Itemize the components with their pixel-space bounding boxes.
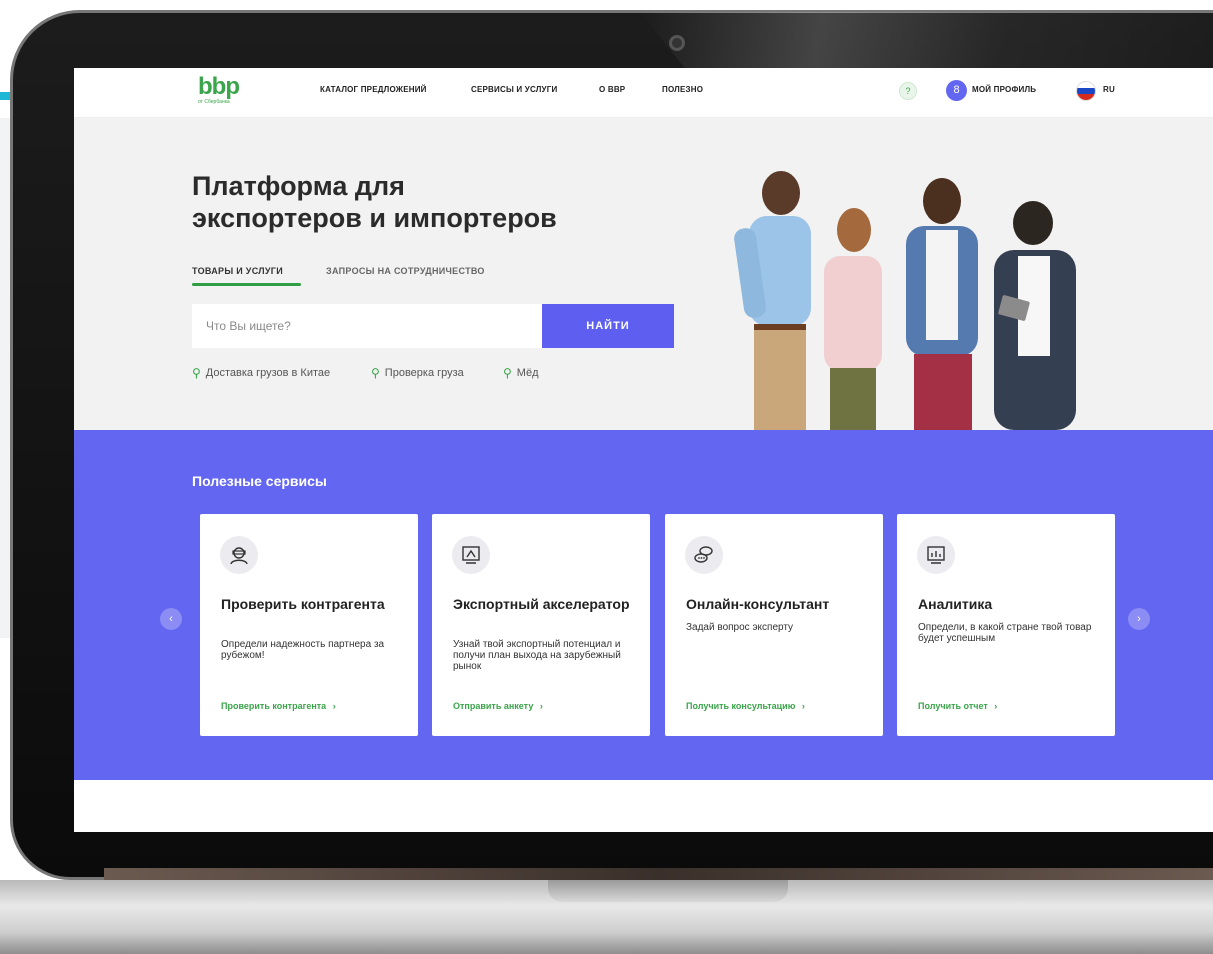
analytics-icon xyxy=(917,536,955,574)
search-icon: ⚲ xyxy=(192,366,201,380)
card-title: Проверить контрагента xyxy=(221,596,385,612)
card-title: Аналитика xyxy=(918,596,993,612)
card-link-get-report[interactable]: Получить отчет › xyxy=(918,701,997,711)
card-link-label: Проверить контрагента xyxy=(221,701,327,711)
card-description: Определи, в какой стране твой товар буде… xyxy=(918,622,1092,644)
profile-link[interactable]: МОЙ ПРОФИЛЬ xyxy=(972,85,1036,94)
active-tab-indicator xyxy=(192,283,301,286)
card-title: Онлайн-консультант xyxy=(686,596,830,612)
card-description: Определи надежность партнера за рубежом! xyxy=(221,639,385,661)
nav-catalog[interactable]: КАТАЛОГ ПРЕДЛОЖЕНИЙ xyxy=(320,85,427,94)
chevron-right-icon: › xyxy=(994,701,998,711)
logo[interactable]: bbp от Сбербанка xyxy=(198,73,240,106)
card-link-check-partner[interactable]: Проверить контрагента › xyxy=(221,701,336,711)
suggestion-honey[interactable]: ⚲ Мёд xyxy=(503,366,539,380)
search-input[interactable] xyxy=(192,304,542,348)
carousel-prev-button[interactable]: ‹ xyxy=(160,608,182,630)
hero-section: Платформа для экспортеров и импортеров Т… xyxy=(74,118,1213,430)
search-icon: ⚲ xyxy=(503,366,512,380)
chevron-right-icon: › xyxy=(539,701,543,711)
title-line-2: экспортеров и импортеров xyxy=(192,203,557,233)
card-link-label: Получить отчет xyxy=(918,701,988,711)
nav-services[interactable]: СЕРВИСЫ И УСЛУГИ xyxy=(471,85,557,94)
presentation-icon xyxy=(452,536,490,574)
service-card-online-consultant[interactable]: Онлайн-консультант Задай вопрос эксперту… xyxy=(665,514,883,736)
suggestion-inspection[interactable]: ⚲ Проверка груза xyxy=(371,366,464,380)
search-icon: ⚲ xyxy=(371,366,380,380)
russia-flag-icon[interactable] xyxy=(1076,81,1096,101)
card-description: Задай вопрос эксперту xyxy=(686,622,794,633)
chat-icon xyxy=(685,536,723,574)
card-title: Экспортный акселератор xyxy=(453,596,630,612)
service-card-analytics[interactable]: Аналитика Определи, в какой стране твой … xyxy=(897,514,1115,736)
suggestion-label: Доставка грузов в Китае xyxy=(205,367,331,379)
services-section: Полезные сервисы ‹ › Проверить контраген… xyxy=(74,430,1213,780)
suggestion-label: Проверка груза xyxy=(384,367,464,379)
service-card-export-accelerator[interactable]: Экспортный акселератор Узнай твой экспор… xyxy=(432,514,650,736)
chevron-right-icon: › xyxy=(801,701,805,711)
nav-useful[interactable]: ПОЛЕЗНО xyxy=(662,85,703,94)
avatar[interactable]: 8 xyxy=(946,80,967,101)
site-header: bbp от Сбербанка КАТАЛОГ ПРЕДЛОЖЕНИЙ СЕР… xyxy=(74,68,1213,118)
card-link-label: Отправить анкету xyxy=(453,701,534,711)
card-description: Узнай твой экспортный потенциал и получи… xyxy=(453,639,621,672)
laptop-bezel-bottom xyxy=(104,868,1213,880)
card-link-label: Получить консультацию xyxy=(686,701,796,711)
hero-people-image xyxy=(734,171,1076,430)
inspector-icon xyxy=(220,536,258,574)
chevron-right-icon: › xyxy=(332,701,336,711)
logo-mark: bbp xyxy=(198,73,240,100)
card-link-get-consultation[interactable]: Получить консультацию › xyxy=(686,701,805,711)
nav-about[interactable]: О ВВР xyxy=(599,85,625,94)
suggestion-delivery[interactable]: ⚲ Доставка грузов в Китае xyxy=(192,366,330,380)
carousel-next-button[interactable]: › xyxy=(1128,608,1150,630)
lid-gloss xyxy=(640,12,1213,72)
services-title: Полезные сервисы xyxy=(192,473,327,489)
card-link-send-form[interactable]: Отправить анкету › xyxy=(453,701,543,711)
laptop-mockup: bbp от Сбербанка КАТАЛОГ ПРЕДЛОЖЕНИЙ СЕР… xyxy=(0,0,1213,954)
suggestion-label: Мёд xyxy=(516,367,539,379)
title-line-1: Платформа для xyxy=(192,171,405,201)
search-button[interactable]: НАЙТИ xyxy=(542,304,674,348)
page-title: Платформа для экспортеров и импортеров xyxy=(192,170,652,234)
service-card-check-partner[interactable]: Проверить контрагента Определи надежност… xyxy=(200,514,418,736)
help-icon[interactable]: ? xyxy=(899,82,917,100)
browser-screen: bbp от Сбербанка КАТАЛОГ ПРЕДЛОЖЕНИЙ СЕР… xyxy=(74,68,1213,832)
laptop-notch xyxy=(548,880,788,902)
language-selector[interactable]: RU xyxy=(1103,85,1115,94)
tab-goods-services[interactable]: ТОВАРЫ И УСЛУГИ xyxy=(192,266,283,276)
tab-cooperation-requests[interactable]: ЗАПРОСЫ НА СОТРУДНИЧЕСТВО xyxy=(326,266,485,276)
camera-icon xyxy=(669,35,685,51)
